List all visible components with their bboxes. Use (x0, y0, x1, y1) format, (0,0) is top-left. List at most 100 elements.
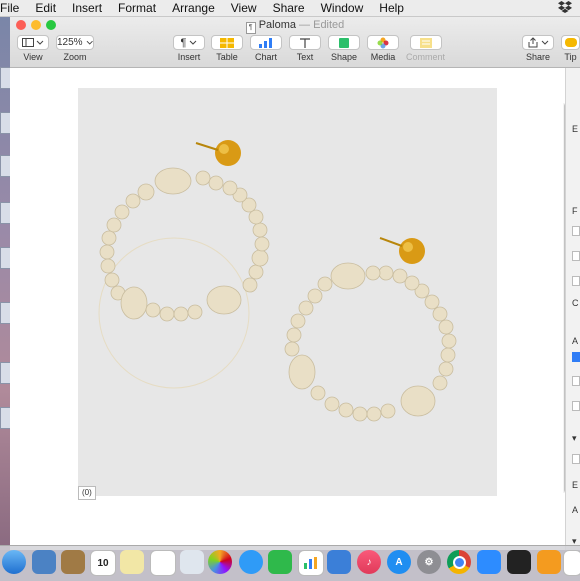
app-store-icon[interactable]: A (387, 550, 411, 574)
menu-format[interactable]: Format (110, 1, 164, 15)
zoom-icon[interactable] (477, 550, 501, 574)
text-label: Text (296, 52, 314, 62)
menu-bar: File Edit Insert Format Arrange View Sha… (0, 0, 580, 17)
photos-app-icon[interactable] (208, 550, 232, 574)
document-canvas[interactable]: (0) (10, 68, 571, 550)
menu-arrange[interactable]: Arrange (164, 1, 223, 15)
table-label: Table (216, 52, 238, 62)
inspector-label: A (572, 505, 579, 515)
pages-window: ¶ Paloma — Edited View 125% Zoom ¶ Insert (10, 17, 580, 550)
preview-icon[interactable] (32, 550, 56, 574)
finder-icon[interactable] (2, 550, 26, 574)
inspector-field[interactable] (572, 251, 580, 261)
zoom-value: 125% (57, 37, 83, 48)
notes-icon[interactable] (61, 550, 85, 574)
inspector-field[interactable] (572, 226, 580, 236)
earrings-image[interactable] (78, 88, 497, 496)
piano-icon[interactable] (507, 550, 531, 574)
media-button[interactable] (367, 35, 399, 50)
media-label: Media (370, 52, 396, 62)
inspector-field[interactable] (572, 276, 580, 286)
zoom-tool[interactable]: 125% Zoom (56, 35, 94, 62)
view-button[interactable] (17, 35, 49, 50)
shape-label: Shape (330, 52, 358, 62)
inspector-label: E (572, 480, 579, 490)
menu-insert[interactable]: Insert (64, 1, 110, 15)
facetime-icon[interactable] (268, 550, 292, 574)
keynote-icon[interactable] (327, 550, 351, 574)
share-label: Share (525, 52, 551, 62)
zoom-select[interactable]: 125% (56, 35, 94, 50)
textedit-icon[interactable] (563, 550, 580, 576)
image-counter: (0) (78, 486, 96, 500)
table-tool[interactable]: Table (211, 35, 243, 62)
music-icon[interactable]: ♪ (357, 550, 381, 574)
numbers-icon[interactable] (298, 550, 324, 576)
chevron-down-icon (86, 40, 93, 45)
share-button[interactable] (522, 35, 554, 50)
bar-chart-icon (259, 37, 272, 48)
menu-help[interactable]: Help (371, 1, 412, 15)
chart-label: Chart (254, 52, 277, 62)
window-title: ¶ Paloma — Edited (10, 19, 580, 34)
inspector-label: E (572, 124, 579, 134)
text-tool[interactable]: Text (289, 35, 321, 62)
dropbox-icon[interactable] (550, 0, 580, 16)
tips-label: Tip (564, 52, 577, 62)
insert-tool[interactable]: ¶ Insert (173, 35, 205, 62)
text-icon (300, 37, 310, 48)
photos-icon[interactable] (180, 550, 204, 574)
inspector-field[interactable] (572, 454, 580, 464)
chrome-icon[interactable] (447, 550, 471, 574)
sidebar-icon (22, 38, 44, 47)
tips-tool[interactable]: Tip (561, 35, 580, 62)
chart-tool[interactable]: Chart (250, 35, 282, 62)
document-name: Paloma (258, 19, 296, 31)
system-preferences-icon[interactable]: ⚙ (417, 550, 441, 574)
dock: 10 ♪ A ⚙ (0, 545, 580, 581)
comment-icon (419, 37, 432, 48)
format-inspector: E F C A ▾ E A ▾ (565, 68, 580, 550)
calendar-icon[interactable]: 10 (90, 550, 116, 576)
messages-icon[interactable] (239, 550, 263, 574)
menu-file[interactable]: File (0, 1, 27, 15)
insert-label: Insert (177, 52, 201, 62)
menu-view[interactable]: View (223, 1, 265, 15)
menu-edit[interactable]: Edit (27, 1, 64, 15)
document-icon: ¶ (245, 22, 256, 34)
reminders-icon[interactable] (150, 550, 176, 576)
comment-button (409, 35, 442, 50)
tips-button[interactable] (561, 35, 580, 50)
shape-button[interactable] (328, 35, 360, 50)
share-tool[interactable]: Share (522, 35, 554, 62)
table-icon (220, 37, 234, 48)
inspector-label: C (572, 298, 579, 308)
text-button[interactable] (289, 35, 321, 50)
view-tool[interactable]: View (17, 35, 49, 62)
chevron-down-icon (541, 40, 548, 45)
pages-icon[interactable] (537, 550, 561, 574)
share-icon (528, 37, 537, 48)
table-button[interactable] (211, 35, 243, 50)
inspector-field[interactable] (572, 401, 580, 411)
chevron-down-icon (190, 40, 197, 45)
calendar-day: 10 (97, 557, 109, 569)
menu-share[interactable]: Share (265, 1, 313, 15)
edited-status: — Edited (299, 19, 345, 31)
inspector-label: F (572, 206, 578, 216)
disclosure-triangle-icon[interactable]: ▾ (572, 433, 577, 444)
menu-window[interactable]: Window (313, 1, 372, 15)
comment-tool: Comment (406, 35, 445, 62)
chart-button[interactable] (250, 35, 282, 50)
stickies-icon[interactable] (120, 550, 144, 574)
view-label: View (23, 52, 43, 62)
shape-tool[interactable]: Shape (328, 35, 360, 62)
inspector-field[interactable] (572, 376, 580, 386)
insert-button[interactable]: ¶ (173, 35, 205, 50)
media-tool[interactable]: Media (367, 35, 399, 62)
photos-icon (377, 37, 389, 48)
zoom-label: Zoom (63, 52, 87, 62)
shape-icon (339, 37, 349, 48)
earrings-illustration (98, 140, 457, 422)
inspector-checkbox[interactable] (572, 352, 580, 362)
